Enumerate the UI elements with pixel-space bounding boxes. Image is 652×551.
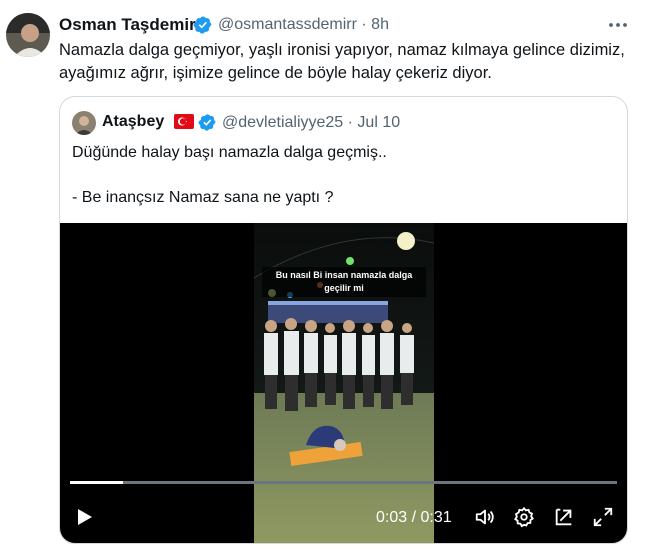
turkey-flag-icon [174,114,194,129]
quoted-tweet-card[interactable]: Ataşbey @devletialiyye25 · Jul 10 Düğünd… [59,96,628,544]
tweet-text: Namazla dalga geçmiyor, yaşlı ironisi ya… [59,41,625,82]
quoted-text-line-2: - Be inançsız Namaz sana ne yaptı ? [72,189,334,206]
author-handle[interactable]: @osmantassdemirr [218,16,357,33]
video-player[interactable]: Bu nasıl Bi insan namazla dalga geçilir … [60,223,627,543]
quoted-handle: @devletialiyye25 [222,114,344,131]
fullscreen-icon[interactable] [592,506,614,528]
quoted-time: · Jul 10 [347,114,401,131]
author-handle-time[interactable]: @osmantassdemirr · 8h [218,16,389,34]
more-options-icon[interactable] [606,13,630,37]
quoted-text-line-1: Düğünde halay başı namazla dalga geçmiş.… [72,144,387,161]
author-name[interactable]: Osman Taşdemir [59,15,196,35]
author-avatar[interactable] [6,13,50,57]
quoted-author-name: Ataşbey [102,113,165,130]
video-time: 0:03 / 0:31 [376,509,452,526]
video-frame[interactable]: Bu nasıl Bi insan namazla dalga geçilir … [254,223,434,543]
verified-badge-icon [193,15,213,35]
settings-icon[interactable] [513,506,535,528]
quoted-author-avatar [72,111,96,135]
pop-out-icon[interactable] [553,506,575,528]
tweet-time[interactable]: · 8h [361,16,389,33]
quoted-handle-time: @devletialiyye25 · Jul 10 [222,114,400,132]
volume-icon[interactable] [474,506,496,528]
play-icon[interactable] [74,507,94,527]
video-caption: Bu nasıl Bi insan namazla dalga geçilir … [275,270,413,293]
video-progress-bar[interactable] [70,481,617,484]
verified-badge-icon [198,113,217,132]
video-progress-fill [70,481,124,484]
